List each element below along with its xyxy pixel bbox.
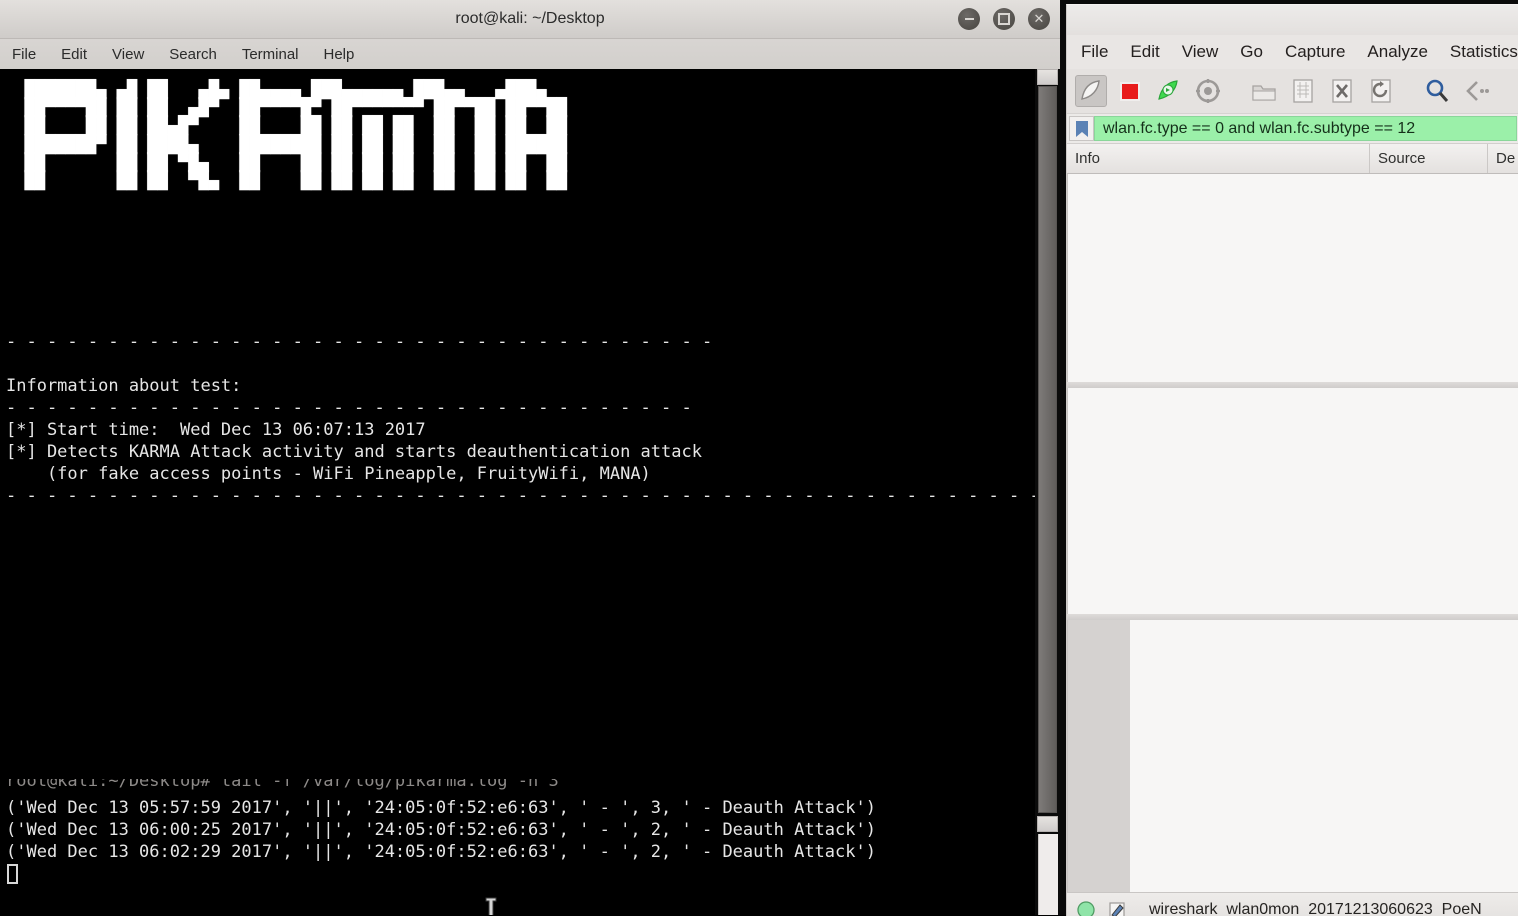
column-header-source[interactable]: Source	[1370, 144, 1488, 173]
wireshark-titlebar	[1067, 5, 1518, 35]
wireshark-display-filter-bar: wlan.fc.type == 0 and wlan.fc.subtype ==…	[1067, 113, 1518, 143]
terminal-menubar: File Edit View Search Terminal Help	[0, 39, 1060, 70]
packet-bytes-content[interactable]	[1130, 620, 1518, 892]
wireshark-window: File Edit View Go Capture Analyze Statis…	[1060, 0, 1518, 915]
terminal-scrollbar[interactable]	[1035, 69, 1060, 915]
wireshark-menu-view[interactable]: View	[1182, 42, 1219, 62]
info-line-detects: [*] Detects KARMA Attack activity and st…	[6, 441, 1035, 463]
close-file-icon[interactable]	[1326, 75, 1358, 107]
reload-file-icon[interactable]	[1365, 75, 1397, 107]
window-controls: ✕	[958, 8, 1050, 30]
packet-list-pane[interactable]	[1067, 174, 1518, 382]
open-file-icon[interactable]	[1248, 75, 1280, 107]
column-header-destination[interactable]: De	[1488, 144, 1518, 173]
packet-list-column-header: Info Source De	[1067, 143, 1518, 174]
terminal-menu-view[interactable]: View	[112, 46, 144, 63]
info-line-fake-aps: (for fake access points - WiFi Pineapple…	[6, 463, 1035, 485]
bookmark-icon[interactable]	[1069, 116, 1094, 141]
wireshark-menu-go[interactable]: Go	[1240, 42, 1263, 62]
scrollbar-up-button[interactable]	[1037, 69, 1058, 85]
log-line: ('Wed Dec 13 06:00:25 2017', '||', '24:0…	[6, 819, 876, 841]
info-line-start-time: [*] Start time: Wed Dec 13 06:07:13 2017	[6, 419, 1035, 441]
terminal-menu-edit[interactable]: Edit	[61, 46, 87, 63]
edit-comment-icon[interactable]	[1106, 899, 1128, 916]
wireshark-toolbar	[1067, 69, 1518, 113]
wireshark-menu-capture[interactable]: Capture	[1285, 42, 1345, 62]
terminal-window: root@kali: ~/Desktop ✕ File Edit View Se…	[0, 0, 1060, 915]
wireshark-statusbar: wireshark_wlan0mon_20171213060623_PoeN	[1067, 892, 1518, 916]
terminal-menu-help[interactable]: Help	[324, 46, 355, 63]
maximize-button[interactable]	[993, 8, 1015, 30]
display-filter-input[interactable]: wlan.fc.type == 0 and wlan.fc.subtype ==…	[1094, 116, 1517, 141]
wireshark-menu-analyze[interactable]: Analyze	[1367, 42, 1427, 62]
terminal-log-block: ('Wed Dec 13 05:57:59 2017', '||', '24:0…	[6, 797, 876, 863]
restart-capture-icon[interactable]	[1153, 75, 1185, 107]
capture-file-name: wireshark_wlan0mon_20171213060623_PoeN	[1149, 901, 1482, 916]
scrollbar-thumb[interactable]	[1038, 86, 1057, 813]
packet-bytes-pane[interactable]	[1067, 620, 1518, 892]
capture-status-icon[interactable]	[1075, 899, 1097, 916]
find-packet-icon[interactable]	[1421, 75, 1453, 107]
wireshark-menu-file[interactable]: File	[1081, 42, 1108, 62]
separator-line-mid: - - - - - - - - - - - - - - - - - - - - …	[6, 397, 1035, 419]
close-button[interactable]: ✕	[1028, 8, 1050, 30]
wireshark-menubar: File Edit View Go Capture Analyze Statis…	[1067, 35, 1518, 69]
separator-line-bottom: - - - - - - - - - - - - - - - - - - - - …	[6, 485, 1035, 507]
save-file-icon[interactable]	[1287, 75, 1319, 107]
capture-options-icon[interactable]	[1192, 75, 1224, 107]
separator-line-top: - - - - - - - - - - - - - - - - - - - - …	[6, 331, 1035, 353]
packet-details-pane[interactable]	[1067, 388, 1518, 614]
pikarma-ascii-banner: ███████▄ ▄█ ██ ▄█▄ ██▄▄▄▄ ███▄▄▄▄▄▄ ███▄…	[4, 81, 567, 190]
log-line: ('Wed Dec 13 06:02:29 2017', '||', '24:0…	[6, 841, 876, 863]
stop-capture-icon[interactable]	[1114, 75, 1146, 107]
terminal-menu-terminal[interactable]: Terminal	[242, 46, 299, 63]
scrollbar-down-button[interactable]	[1037, 816, 1058, 832]
minimize-button[interactable]	[958, 8, 980, 30]
terminal-titlebar: root@kali: ~/Desktop ✕	[0, 0, 1060, 39]
packet-bytes-gutter	[1068, 620, 1130, 892]
terminal-window-title: root@kali: ~/Desktop	[0, 0, 1060, 38]
tail-command-text: root@kali:~/Desktop# tail -f /var/log/pi…	[6, 779, 559, 792]
wireshark-menu-edit[interactable]: Edit	[1130, 42, 1159, 62]
terminal-menu-file[interactable]: File	[12, 46, 36, 63]
log-line: ('Wed Dec 13 05:57:59 2017', '||', '24:0…	[6, 797, 876, 819]
start-capture-icon[interactable]	[1075, 75, 1107, 107]
wireshark-menu-statistics[interactable]: Statistics	[1450, 42, 1518, 62]
column-header-info[interactable]: Info	[1067, 144, 1370, 173]
terminal-clipped-command-line: root@kali:~/Desktop# tail -f /var/log/pi…	[6, 779, 559, 792]
terminal-info-block: - - - - - - - - - - - - - - - - - - - - …	[6, 331, 1035, 507]
scrollbar-trough[interactable]	[1038, 834, 1058, 915]
go-back-icon[interactable]	[1460, 75, 1492, 107]
text-ibeam-cursor	[485, 897, 497, 915]
terminal-menu-search[interactable]: Search	[169, 46, 217, 63]
terminal-output-area[interactable]: ███████▄ ▄█ ██ ▄█▄ ██▄▄▄▄ ███▄▄▄▄▄▄ ███▄…	[0, 69, 1035, 915]
terminal-block-cursor	[7, 864, 18, 884]
info-heading: Information about test:	[6, 375, 1035, 397]
